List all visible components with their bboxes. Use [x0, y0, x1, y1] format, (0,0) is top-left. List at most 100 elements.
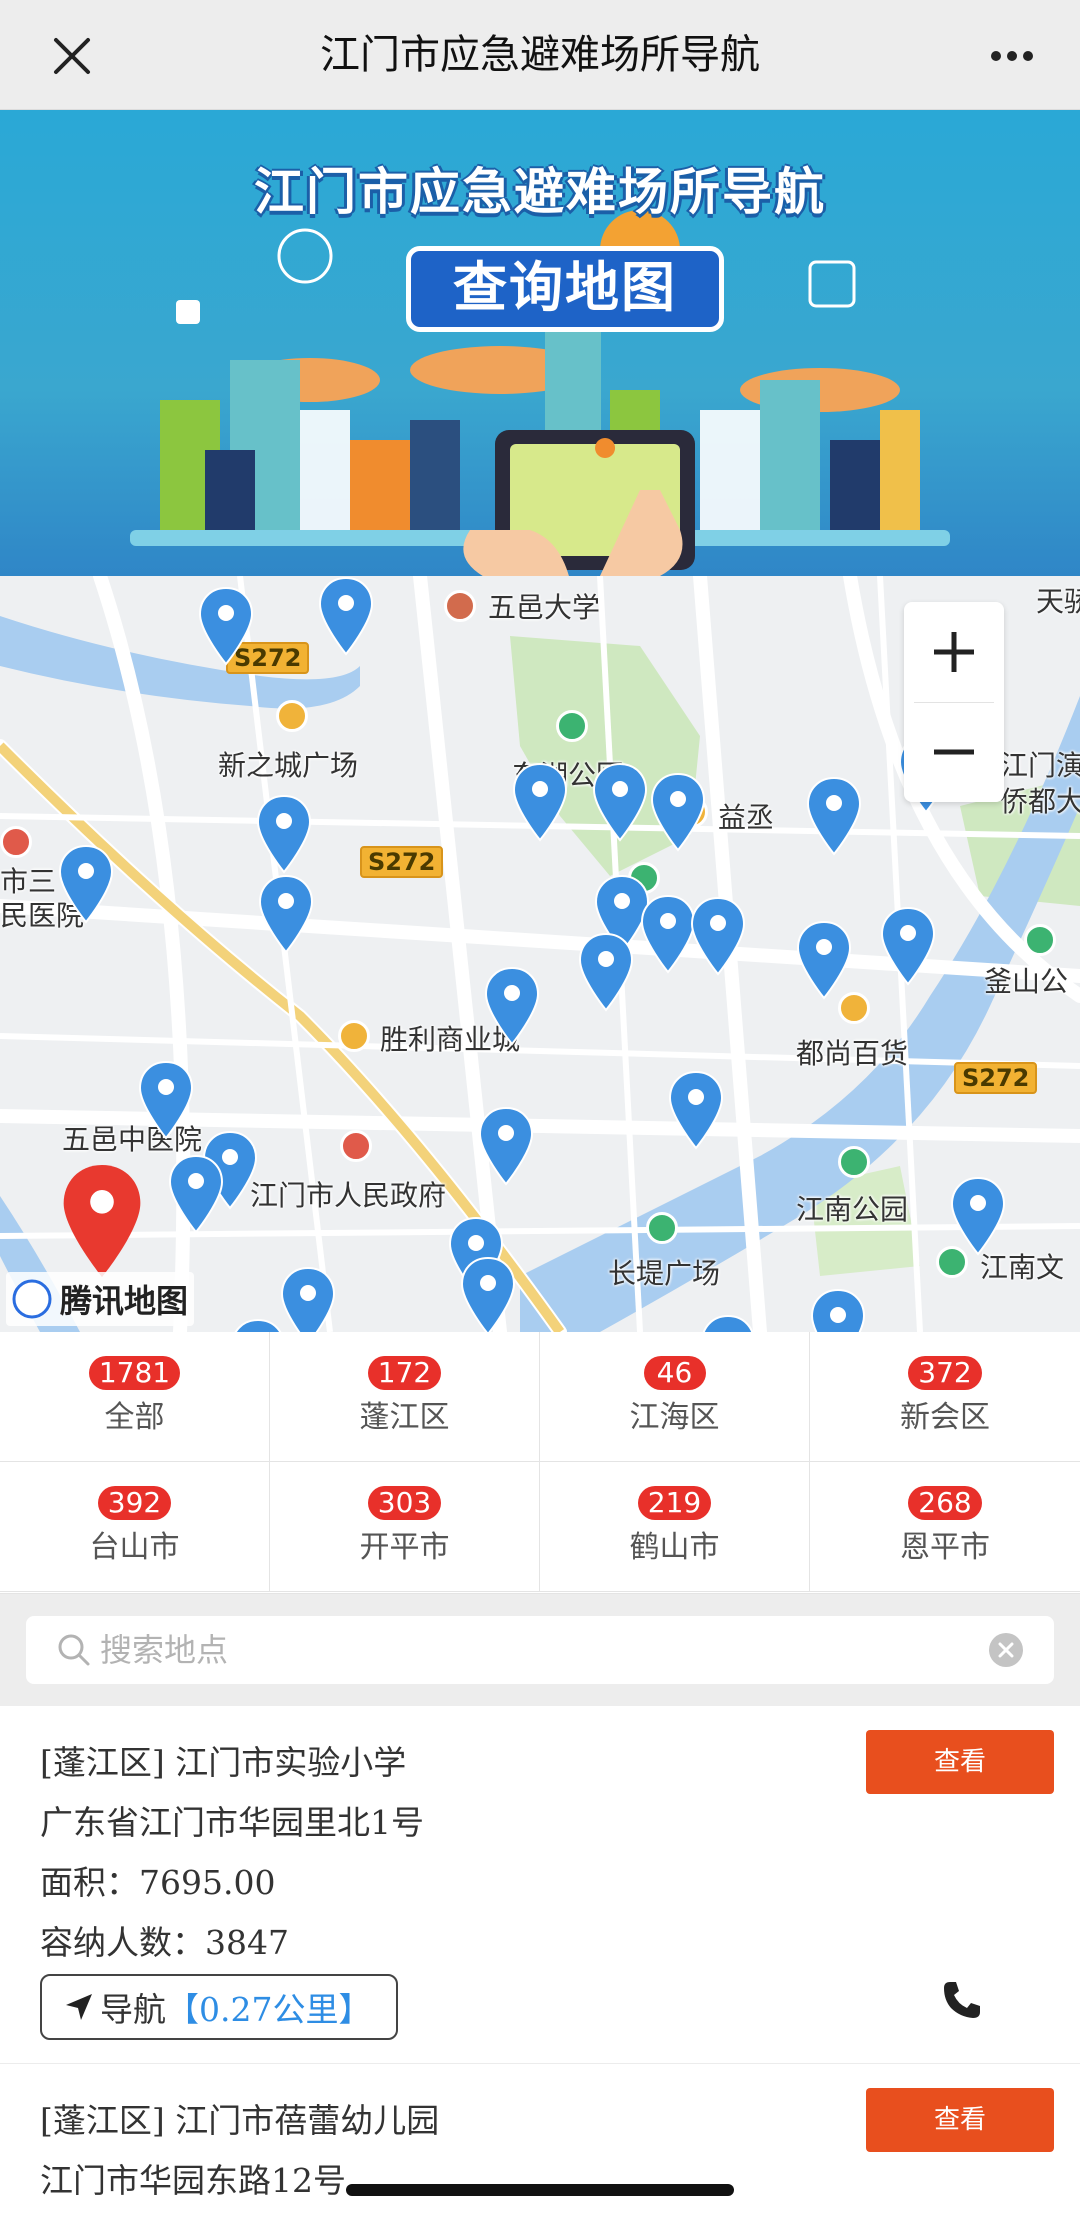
park-icon: [646, 1212, 678, 1244]
shelter-pin-icon[interactable]: [230, 1318, 286, 1332]
shelter-pin-icon[interactable]: [796, 920, 852, 1000]
count-badge: 372: [908, 1356, 982, 1390]
shelter-pin-icon[interactable]: [58, 844, 114, 924]
shelter-pin-icon[interactable]: [806, 776, 862, 856]
search-bar: [26, 1616, 1054, 1684]
district-name: 新会区: [900, 1400, 990, 1435]
shelter-pin-icon[interactable]: [690, 896, 746, 976]
shelter-pin-icon[interactable]: [460, 1256, 516, 1332]
navigate-button[interactable]: 导航 【0.27公里】: [40, 1974, 398, 2040]
hospital-icon: [0, 826, 32, 858]
map-view[interactable]: 五邑大学 天骄 新之城广场 东湖公园 益丞 江门演 侨都大 市三 民医院 釜山公…: [0, 576, 1080, 1332]
map-label: 五邑大学: [488, 591, 601, 624]
gov-icon: [340, 1130, 372, 1162]
shelter-pin-icon[interactable]: [640, 894, 696, 974]
result-title: [蓬江区] 江门市实验小学: [40, 1743, 407, 1782]
shelter-pin-icon[interactable]: [318, 576, 374, 656]
district-name: 蓬江区: [359, 1400, 450, 1435]
shelter-pin-icon[interactable]: [668, 1070, 724, 1150]
district-cell-all[interactable]: 1781 全部: [0, 1332, 270, 1462]
district-name: 江海区: [629, 1400, 720, 1435]
plus-icon[interactable]: [904, 602, 1004, 702]
map-label: 侨都大: [1000, 785, 1080, 818]
district-cell-jianghai[interactable]: 46 江海区: [540, 1332, 810, 1462]
district-name: 恩平市: [900, 1530, 990, 1565]
shelter-pin-icon[interactable]: [880, 906, 936, 986]
shelter-pin-icon[interactable]: [950, 1176, 1006, 1256]
district-grid: 1781 全部 172 蓬江区 46 江海区 372 新会区 392 台山市 3…: [0, 1332, 1080, 1594]
count-badge: 392: [97, 1486, 172, 1520]
view-button[interactable]: 查看: [866, 1730, 1054, 1794]
district-cell-xinhui[interactable]: 372 新会区: [810, 1332, 1080, 1462]
map-label: 江门市人民政府: [250, 1179, 447, 1212]
shelter-pin-icon[interactable]: [810, 1288, 866, 1332]
shelter-pin-icon[interactable]: [650, 772, 706, 852]
shelter-pin-icon[interactable]: [280, 1266, 336, 1332]
result-capacity: 容纳人数：3847: [40, 1923, 289, 1962]
district-cell-taishan[interactable]: 392 台山市: [0, 1462, 270, 1592]
page-title: 江门市应急避难场所导航: [320, 32, 760, 78]
district-name: 开平市: [359, 1530, 450, 1565]
navigation-arrow-icon: [66, 1994, 92, 2020]
park-icon: [556, 710, 588, 742]
shelter-pin-icon[interactable]: [258, 874, 314, 954]
result-address: 江门市华园东路12号: [40, 2161, 346, 2200]
nav-bar: 江门市应急避难场所导航: [0, 0, 1080, 110]
poi-icon: [444, 590, 476, 622]
map-label: 新之城广场: [218, 749, 359, 782]
road-badge: S272: [360, 846, 444, 878]
result-title: [蓬江区] 江门市蓓蕾幼儿园: [40, 2101, 440, 2140]
search-bar-container: [0, 1594, 1080, 1706]
shelter-pin-icon[interactable]: [198, 586, 254, 666]
clear-icon[interactable]: [988, 1632, 1024, 1668]
view-button[interactable]: 查看: [866, 2088, 1054, 2152]
navigate-label: 导航: [100, 1990, 166, 2029]
district-cell-heshan[interactable]: 219 鹤山市: [540, 1462, 810, 1592]
park-icon: [838, 1146, 870, 1178]
shelter-pin-icon[interactable]: [256, 794, 312, 874]
zoom-controls: [904, 602, 1004, 802]
banner-subtitle: 查询地图: [406, 246, 724, 332]
map-provider-name: 腾讯地图: [60, 1282, 189, 1320]
district-cell-enping[interactable]: 268 恩平市: [810, 1462, 1080, 1592]
map-label: 江门演: [1000, 749, 1080, 782]
park-icon: [1024, 924, 1056, 956]
map-label: 长堤广场: [608, 1257, 721, 1290]
district-cell-kaiping[interactable]: 303 开平市: [270, 1462, 540, 1592]
shelter-pin-icon[interactable]: [168, 1154, 224, 1234]
search-icon: [54, 1630, 94, 1670]
home-indicator: [346, 2184, 734, 2196]
result-card[interactable]: [蓬江区] 江门市实验小学 广东省江门市华园里北1号 面积：7695.00 容纳…: [0, 1706, 1080, 2064]
minus-icon[interactable]: [904, 702, 1004, 802]
count-badge: 219: [637, 1486, 712, 1520]
count-badge: 303: [367, 1486, 442, 1520]
shelter-pin-icon[interactable]: [578, 932, 634, 1012]
count-badge: 46: [643, 1356, 706, 1390]
count-badge: 268: [908, 1486, 982, 1520]
more-horizontal-icon[interactable]: [980, 24, 1044, 88]
district-name: 全部: [104, 1400, 165, 1435]
banner-title: 江门市应急避难场所导航: [254, 163, 826, 221]
phone-icon[interactable]: [940, 1978, 984, 2022]
shelter-pin-icon[interactable]: [484, 966, 540, 1046]
poi-icon: [338, 1020, 370, 1052]
map-label: 江南公园: [796, 1193, 909, 1226]
banner: 江门市应急避难场所导航 查询地图: [0, 110, 1080, 576]
current-location-icon: [60, 1162, 144, 1280]
shelter-pin-icon[interactable]: [592, 762, 648, 842]
shelter-pin-icon[interactable]: [512, 762, 568, 842]
map-label: 都尚百货: [796, 1037, 909, 1070]
search-input[interactable]: [100, 1616, 980, 1684]
compass-icon: [12, 1279, 52, 1319]
map-provider-logo: 腾讯地图: [6, 1272, 195, 1326]
shelter-pin-icon[interactable]: [138, 1060, 194, 1140]
close-icon[interactable]: [40, 24, 104, 88]
district-name: 鹤山市: [629, 1530, 720, 1565]
distance-text: 【0.27公里】: [166, 1990, 372, 2029]
road-badge: S272: [954, 1062, 1038, 1094]
result-area: 面积：7695.00: [40, 1863, 276, 1902]
shelter-pin-icon[interactable]: [478, 1106, 534, 1186]
district-cell-pengjiang[interactable]: 172 蓬江区: [270, 1332, 540, 1462]
shelter-pin-icon[interactable]: [700, 1314, 756, 1332]
map-label: 天骄: [1036, 585, 1080, 618]
